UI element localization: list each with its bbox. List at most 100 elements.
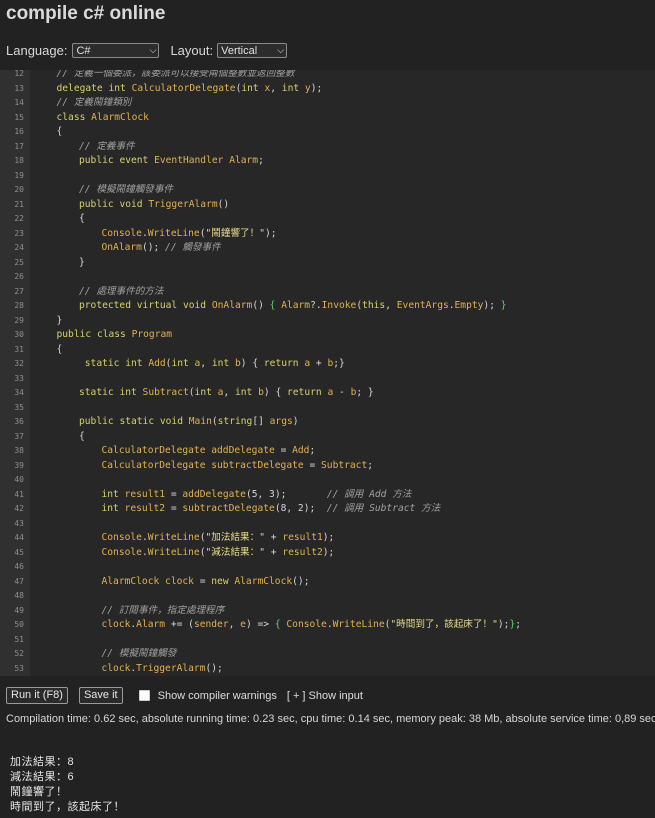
code-token: // 模擬鬧鐘觸發	[101, 648, 177, 659]
code-text: static int Add(int a, int b) { return a …	[79, 357, 345, 372]
show-input-link[interactable]: [ + ] Show input	[287, 690, 363, 702]
code-line: 49 // 訂閱事件，指定處理程序	[0, 604, 655, 619]
code-token: ;	[367, 459, 374, 471]
code-token: CalculatorDelegate	[101, 445, 212, 456]
code-token: args	[269, 416, 293, 427]
code-text: {	[79, 430, 85, 445]
code-text: CalculatorDelegate addDelegate = Add;	[102, 444, 316, 459]
language-select[interactable]: C# ⌵	[72, 43, 160, 58]
code-token: a	[327, 387, 339, 398]
line-number: 19	[14, 170, 24, 180]
line-number: 13	[14, 83, 24, 93]
line-number: 30	[14, 330, 24, 339]
code-token: +	[265, 532, 283, 543]
code-token: // 定義事件	[79, 140, 135, 152]
code-token: (5, 3);	[245, 488, 327, 500]
line-number: 23	[14, 228, 24, 238]
code-token: // 調用 Subtract 方法	[326, 503, 441, 514]
program-output: 加法結果：8 減法結果：6 鬧鐘響了！ 時間到了，該起床了！	[10, 755, 125, 815]
code-token: ,	[200, 358, 212, 369]
language-select-value: C#	[76, 44, 91, 57]
code-token: Alarm	[281, 300, 311, 311]
code-text: clock.TriggerAlarm();	[102, 662, 223, 677]
code-token: AlarmClock	[91, 111, 149, 123]
code-token: AlarmClock	[234, 575, 293, 587]
code-line: 51	[0, 633, 655, 648]
code-token: Program	[131, 329, 173, 340]
code-token: public	[79, 198, 120, 210]
code-token: int	[194, 387, 218, 398]
code-token: ) {	[263, 387, 287, 398]
code-token: "減法結果："	[205, 546, 266, 558]
line-number: 40	[14, 475, 24, 484]
save-button[interactable]: Save it	[78, 687, 123, 704]
code-line: 40	[0, 473, 655, 488]
code-token: event	[119, 155, 155, 166]
code-token: -	[339, 387, 351, 398]
code-token: delegate	[56, 82, 109, 94]
code-line: 29}	[0, 314, 655, 329]
code-token: AlarmClock	[101, 575, 166, 587]
code-token: ();	[292, 575, 310, 587]
line-number: 37	[14, 431, 24, 441]
code-editor[interactable]: 12 // 定義一個委派，該委派可以接受兩個整數並返回整數 13 delegate i…	[0, 70, 655, 676]
code-token: string	[217, 416, 253, 427]
line-number: 50	[14, 620, 24, 629]
line-number: 49	[14, 605, 24, 615]
execution-stats: Compilation time: 0.62 sec, absolute run…	[6, 713, 655, 725]
chevron-down-icon: ⌵	[277, 45, 285, 55]
code-token: int	[101, 503, 125, 514]
run-button[interactable]: Run it (F8)	[6, 687, 68, 704]
code-token: // 處理事件的方法	[79, 285, 164, 297]
code-token: "鬧鐘響了！"	[205, 227, 266, 239]
code-text: public static void Main(string[] args)	[79, 415, 299, 430]
code-token: class	[56, 111, 92, 123]
code-token: ,	[228, 619, 241, 630]
line-number: 31	[14, 344, 24, 354]
code-token: OnAlarm	[211, 300, 253, 311]
line-number: 17	[14, 141, 24, 151]
line-number: 21	[14, 199, 24, 209]
code-line: 52 // 模擬鬧鐘觸發	[0, 647, 655, 662]
code-token: int	[119, 387, 143, 398]
line-number: 39	[14, 460, 24, 470]
code-line: 13 delegate int CalculatorDelegate(int x,…	[0, 82, 655, 97]
code-token: =	[309, 459, 322, 471]
code-token: WriteLine	[147, 227, 200, 239]
code-token: subtractDelegate	[182, 503, 275, 514]
code-token: return	[287, 387, 328, 398]
code-text: Console.WriteLine("鬧鐘響了！");	[102, 227, 277, 242]
code-token: OnAlarm	[101, 242, 142, 253]
code-token: ;	[258, 155, 264, 166]
line-number: 14	[14, 98, 24, 107]
code-line: 44 Console.WriteLine("加法結果：" + result1);	[0, 531, 655, 546]
code-text: }	[57, 314, 63, 329]
code-token: return	[263, 358, 305, 369]
code-token: addDelegate	[211, 445, 281, 456]
layout-select[interactable]: Vertical ⌵	[217, 43, 288, 58]
warnings-checkbox[interactable]	[138, 690, 150, 701]
code-line: 27 // 處理事件的方法	[0, 285, 655, 300]
line-number: 35	[14, 402, 24, 412]
code-token: []	[252, 416, 270, 427]
language-label: Language:	[6, 43, 68, 58]
code-line: 22 {	[0, 212, 655, 227]
code-text: public void TriggerAlarm()	[79, 198, 229, 213]
code-line: 34 static int Subtract(int a, int b) { re…	[0, 386, 655, 401]
code-token: Add	[292, 445, 310, 456]
line-number: 42	[14, 504, 24, 513]
code-text: static int Subtract(int a, int b) { retu…	[79, 386, 374, 401]
code-token: ; }	[356, 387, 374, 398]
code-token: ,	[223, 387, 235, 398]
code-token: {	[269, 300, 282, 311]
code-token: ,	[270, 82, 282, 94]
code-token: );	[497, 619, 510, 630]
line-number: 46	[14, 562, 24, 571]
line-number: 22	[14, 214, 24, 223]
line-number: 45	[14, 547, 24, 557]
line-number: 27	[14, 286, 24, 296]
code-token: CalculatorDelegate	[131, 82, 236, 94]
code-token: subtractDelegate	[211, 459, 310, 471]
code-token: Empty	[454, 300, 484, 311]
line-number: 44	[14, 533, 24, 542]
